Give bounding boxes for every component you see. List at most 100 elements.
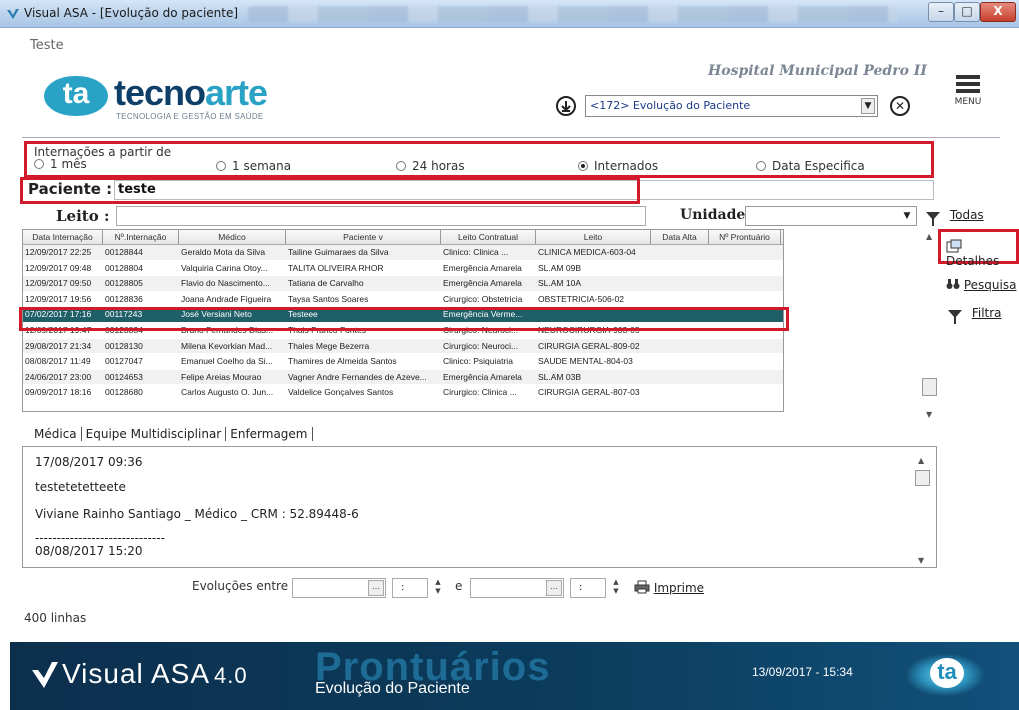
time-to-input[interactable]: : bbox=[570, 578, 606, 598]
imprime-label: Imprime bbox=[653, 581, 705, 595]
table-cell: 12/09/2017 09:48 bbox=[25, 262, 92, 273]
table-cell: 12/09/2017 19:56 bbox=[25, 293, 92, 304]
time-from-input[interactable]: : bbox=[392, 578, 428, 598]
calendar-icon[interactable]: … bbox=[546, 580, 562, 596]
printer-icon bbox=[634, 580, 650, 594]
column-header[interactable]: Data Alta bbox=[651, 230, 709, 244]
evolution-text-panel[interactable]: 17/08/2017 09:36 testetetetteete Viviane… bbox=[22, 446, 937, 568]
column-header[interactable]: Data Internação bbox=[23, 230, 103, 244]
hamburger-icon-bar bbox=[956, 82, 980, 86]
radio-label: 24 horas bbox=[412, 159, 465, 173]
header-divider bbox=[22, 137, 1000, 138]
logo-name: tecnoarte bbox=[114, 74, 268, 112]
column-header[interactable]: Leito Contratual bbox=[441, 230, 536, 244]
table-cell: Valdelice Gonçalves Santos bbox=[288, 387, 394, 398]
detalhes-button[interactable]: Detalhes bbox=[946, 239, 1019, 268]
table-cell: Clinico: Clinica ... bbox=[443, 247, 509, 257]
imprime-button[interactable]: Imprime bbox=[634, 580, 704, 595]
table-cell: Flavio do Nascimento... bbox=[181, 278, 270, 289]
module-subtitle: Evolução do Paciente bbox=[315, 680, 470, 697]
paciente-label: Paciente : bbox=[28, 180, 113, 198]
tab-equipe-multidisciplinar[interactable]: Equipe Multidisciplinar bbox=[82, 427, 227, 441]
leito-input[interactable] bbox=[116, 206, 646, 226]
table-cell bbox=[651, 339, 709, 354]
chevron-down-icon[interactable]: ▼ bbox=[861, 98, 875, 114]
window-label: Teste bbox=[30, 38, 64, 53]
funnel-icon bbox=[926, 211, 940, 226]
filtra-button[interactable]: Filtra bbox=[948, 306, 1002, 324]
table-cell: 00128804 bbox=[105, 262, 143, 273]
menu-button[interactable]: MENU bbox=[946, 72, 990, 114]
table-cell: TALITA OLIVEIRA RHOR bbox=[288, 262, 384, 273]
table-row[interactable]: 12/09/2017 09:50 00128805 Flavio do Nascim… bbox=[23, 276, 783, 292]
column-header[interactable]: Paciente v bbox=[286, 230, 441, 244]
tab-medica[interactable]: Médica bbox=[30, 427, 82, 441]
time-separator: : bbox=[401, 582, 405, 593]
table-cell: 09/09/2017 18:16 bbox=[25, 387, 92, 398]
time-from-spinner-icon[interactable]: ▲ ▼ bbox=[432, 578, 444, 598]
radio-dot bbox=[396, 161, 406, 171]
scroll-up-arrow-icon[interactable]: ▲ bbox=[926, 232, 932, 241]
scroll-down-arrow-icon[interactable]: ▼ bbox=[918, 556, 924, 565]
table-cell bbox=[709, 354, 781, 369]
radio-internados[interactable]: Internados bbox=[578, 159, 658, 173]
table-row[interactable]: 29/08/2017 21:34 00128130 Milena Kevorkian… bbox=[23, 338, 783, 355]
table-cell: 24/06/2017 23:00 bbox=[25, 371, 92, 382]
chevron-down-icon[interactable]: ▼ bbox=[900, 209, 914, 225]
table-scrollbar-thumb[interactable] bbox=[922, 378, 937, 396]
radio-dot-selected bbox=[578, 161, 588, 171]
table-row[interactable]: 12/09/2017 09:48 00128804 Valquiria Carina… bbox=[23, 261, 783, 277]
column-header[interactable]: Nº.Internação bbox=[103, 230, 179, 244]
note-line: Viviane Rainho Santiago _ Médico _ CRM :… bbox=[35, 507, 359, 521]
column-header[interactable]: Médico bbox=[179, 230, 286, 244]
maximize-button[interactable]: □ bbox=[954, 2, 980, 22]
text-scrollbar-thumb[interactable] bbox=[915, 470, 930, 486]
calendar-icon[interactable]: … bbox=[368, 580, 384, 596]
table-cell bbox=[651, 370, 709, 385]
table-cell: SL.AM 03B bbox=[538, 371, 581, 382]
close-window-button[interactable]: X bbox=[980, 2, 1016, 22]
download-icon[interactable] bbox=[556, 96, 576, 116]
pesquisa-label: Pesquisa bbox=[963, 278, 1017, 292]
table-row[interactable]: 08/08/2017 11:49 00127047 Emanuel Coelho d… bbox=[23, 354, 783, 370]
radio-dot bbox=[756, 161, 766, 171]
radio-24-horas[interactable]: 24 horas bbox=[396, 159, 465, 173]
radio-1-semana[interactable]: 1 semana bbox=[216, 159, 291, 173]
minimize-button[interactable]: – bbox=[928, 2, 954, 22]
column-header[interactable]: Leito bbox=[536, 230, 651, 244]
radio-1-mes[interactable]: 1 mês bbox=[34, 157, 87, 171]
table-cell bbox=[709, 385, 781, 400]
table-cell: 12/09/2017 09:50 bbox=[25, 278, 92, 289]
scroll-up-arrow-icon[interactable]: ▲ bbox=[918, 456, 924, 465]
leito-label: Leito : bbox=[56, 207, 110, 225]
table-cell: CIRURGIA GERAL-807-03 bbox=[538, 387, 640, 398]
table-cell: CLINICA MEDICA-603-04 bbox=[538, 247, 636, 257]
table-cell: Cirurgico: Clinica ... bbox=[443, 387, 517, 398]
close-module-icon[interactable]: ✕ bbox=[890, 96, 910, 116]
todas-filter-button[interactable]: Todas bbox=[926, 208, 984, 226]
detalhes-label: Detalhes bbox=[946, 254, 1000, 268]
table-cell: Milena Kevorkian Mad... bbox=[181, 340, 273, 351]
column-header[interactable]: Nº Prontuário bbox=[709, 230, 781, 244]
table-cell: Emergência Amarela bbox=[443, 278, 522, 289]
table-row[interactable]: 12/09/2017 22:25 00128844 Geraldo Mota da … bbox=[23, 245, 783, 261]
radio-data-especifica[interactable]: Data Especifica bbox=[756, 159, 865, 173]
table-cell: Emergência Amarela bbox=[443, 371, 522, 382]
table-row[interactable]: 09/09/2017 18:16 00128680 Carlos Augusto O… bbox=[23, 385, 783, 401]
table-row[interactable]: 24/06/2017 23:00 00124653 Felipe Areias Mo… bbox=[23, 369, 783, 386]
unidade-select[interactable]: ▼ bbox=[745, 206, 917, 226]
scroll-down-arrow-icon[interactable]: ▼ bbox=[926, 410, 932, 419]
pesquisa-button[interactable]: Pesquisa bbox=[946, 278, 1016, 292]
table-cell: 00128680 bbox=[105, 387, 143, 398]
radio-label: 1 semana bbox=[232, 159, 292, 173]
tab-enfermagem[interactable]: Enfermagem bbox=[226, 427, 313, 441]
table-row[interactable]: 12/09/2017 19:56 00128836 Joana Andrade Fi… bbox=[23, 292, 783, 308]
highlight-selected-row bbox=[19, 307, 789, 331]
table-cell: 00124653 bbox=[105, 371, 143, 382]
footer-datetime: 13/09/2017 - 15:34 bbox=[752, 665, 853, 679]
table-cell: Thamires de Almeida Santos bbox=[288, 356, 397, 367]
module-select[interactable]: <172> Evolução do Paciente ▼ bbox=[585, 95, 878, 117]
rows-count: 400 linhas bbox=[24, 611, 87, 625]
time-to-spinner-icon[interactable]: ▲ ▼ bbox=[610, 578, 622, 598]
table-cell: 00128844 bbox=[105, 247, 143, 257]
